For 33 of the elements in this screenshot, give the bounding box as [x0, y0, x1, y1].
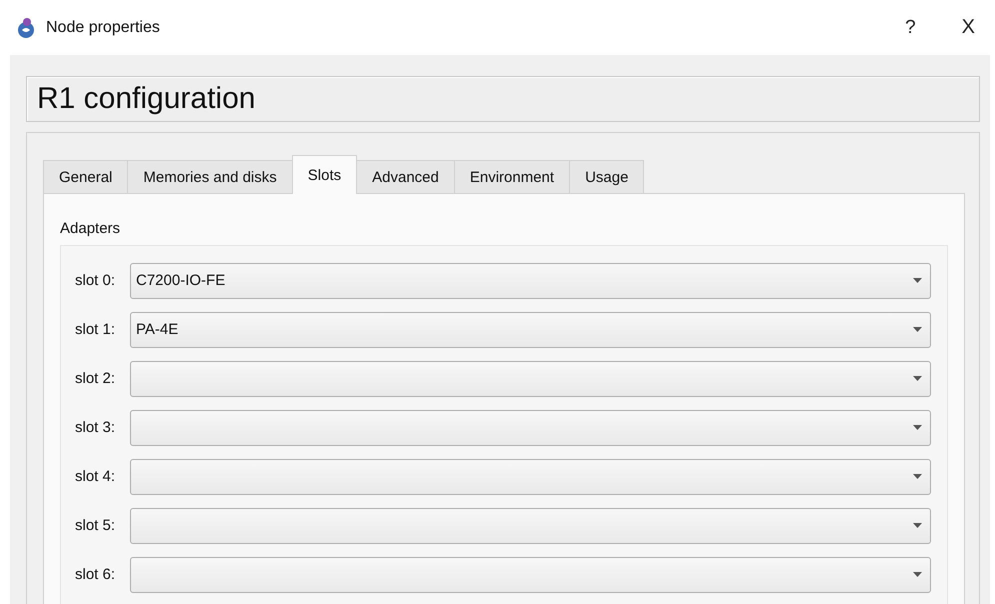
- dropdown-caret-icon: [913, 474, 922, 479]
- slot-label: slot 0:: [75, 272, 116, 289]
- slot-label: slot 1:: [75, 321, 116, 338]
- tab[interactable]: Slots: [292, 155, 358, 194]
- tab[interactable]: Advanced: [356, 160, 455, 193]
- dropdown-caret-icon: [913, 376, 922, 381]
- slot-dropdown[interactable]: [130, 360, 931, 396]
- window-title: Node properties: [46, 18, 160, 36]
- dropdown-caret-icon: [913, 278, 922, 283]
- tab[interactable]: Memories and disks: [127, 160, 293, 193]
- tab[interactable]: Environment: [454, 160, 570, 193]
- slot-label: slot 5:: [75, 517, 116, 534]
- slot-label: slot 3:: [75, 419, 116, 436]
- slot-dropdown[interactable]: [130, 508, 931, 544]
- slot-dropdown[interactable]: PA-4E: [130, 312, 931, 348]
- tab[interactable]: Usage: [569, 160, 644, 193]
- dropdown-caret-icon: [913, 572, 922, 577]
- dropdown-caret-icon: [913, 523, 922, 528]
- slot-dropdown[interactable]: [130, 556, 931, 592]
- slot-dropdown[interactable]: [130, 458, 931, 494]
- section-title: Adapters: [60, 220, 120, 237]
- help-button[interactable]: ?: [905, 16, 916, 38]
- slot-label: slot 4:: [75, 468, 116, 485]
- header-title: R1 configuration: [37, 82, 256, 116]
- tab[interactable]: General: [43, 160, 128, 193]
- slot-label: slot 6:: [75, 566, 116, 583]
- slot-label: slot 2:: [75, 370, 116, 387]
- dropdown-caret-icon: [913, 425, 922, 430]
- dropdown-caret-icon: [913, 327, 922, 332]
- app-icon: [16, 16, 36, 38]
- slot-dropdown[interactable]: C7200-IO-FE: [130, 262, 931, 298]
- close-button[interactable]: X: [962, 16, 975, 39]
- slot-dropdown[interactable]: [130, 410, 931, 446]
